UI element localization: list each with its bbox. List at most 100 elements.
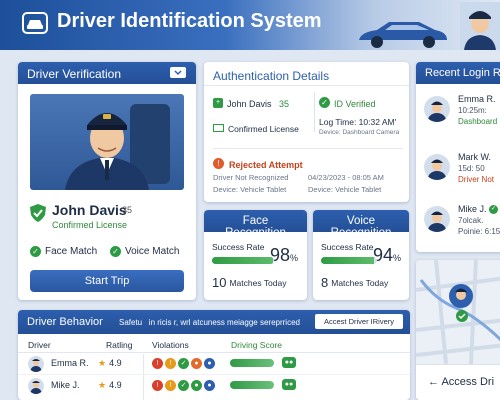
- auth-status-info: ✓ ID Verified Log Time: 10:32 AM' Device:…: [319, 92, 409, 136]
- driver-avatar-icon: [427, 159, 447, 180]
- authentication-panel: Authentication Details + John Davis 35 Co…: [204, 62, 409, 202]
- face-rate-unit: %: [290, 253, 299, 263]
- voice-success-bar-fill: [321, 257, 374, 264]
- voice-recognition-title: Voice Recognition: [313, 210, 409, 239]
- thumbs-up-icon: ●●: [282, 379, 296, 390]
- map-panel[interactable]: ← Access Dri: [416, 260, 500, 400]
- car-illustration-icon: [359, 22, 447, 48]
- violation-speed-icon: !: [152, 380, 163, 391]
- start-trip-button[interactable]: Start Trip: [30, 270, 184, 292]
- driver-avatar-icon: [427, 211, 447, 232]
- column-violations: Violations: [152, 340, 189, 350]
- app-title: Driver Identification System: [57, 10, 322, 32]
- login-time: 7olcak.: [458, 216, 484, 225]
- auth-driver-id: 35: [278, 99, 289, 109]
- row-driver-name: Mike J.: [51, 380, 80, 390]
- row-avatar: [28, 378, 44, 394]
- column-driver: Driver: [28, 340, 51, 350]
- driver-portrait-icon: [65, 104, 170, 190]
- login-avatar: [424, 96, 450, 122]
- login-time: 15d: 50: [458, 164, 485, 173]
- table-row[interactable]: Emma R. ★ 4.9 !! ✓ ● ● ●●: [18, 353, 410, 375]
- face-success-bar: [212, 257, 274, 264]
- table-row[interactable]: Mike J. ★ 4.9 !! ✓ ● ● ●●: [18, 375, 410, 397]
- star-icon: ★: [98, 358, 107, 368]
- face-success-label: Success Rate: [212, 242, 265, 252]
- auth-driver-name: John Davis: [227, 99, 272, 109]
- login-status: Poinie: 6:15: [458, 227, 500, 236]
- voice-match-label: Voice Match: [125, 246, 180, 258]
- login-time: 10:25m:: [458, 106, 487, 115]
- voice-recognition-panel: Voice Recognition Success Rate 94% 8 Matc…: [313, 210, 409, 300]
- row-rating-value: 4.9: [109, 380, 122, 390]
- access-driver-history-button[interactable]: Accest Driver IRivery: [315, 314, 403, 329]
- login-name: Emma R.: [458, 94, 496, 104]
- warning-icon: !: [213, 158, 224, 170]
- row-avatar: [28, 356, 44, 372]
- auth-license: Confirmed License: [228, 124, 299, 134]
- row-rating-value: 4.9: [109, 358, 122, 368]
- driver-name: John Davis: [52, 202, 127, 218]
- driver-avatar-header: [460, 2, 500, 50]
- driver-avatar-icon: [30, 381, 42, 394]
- login-item[interactable]: Mark W. 15d: 50 Driver Not: [424, 150, 500, 194]
- thumbs-up-icon: ●●: [282, 357, 296, 368]
- auth-device: Device: Dashboard Camera: [319, 129, 400, 136]
- voice-rate-unit: %: [393, 253, 402, 263]
- face-match-check: ✓ Face Match: [30, 246, 97, 257]
- rejected-reason: Driver Not Recognized: [213, 173, 289, 182]
- row-driver-name: Emma R.: [51, 358, 89, 368]
- login-item[interactable]: Emma R. 10:25m: Dashboard: [424, 92, 500, 136]
- row-rating: ★ 4.9: [98, 358, 122, 369]
- violation-check-icon: ✓: [178, 380, 189, 391]
- driver-avatar-icon: [427, 101, 447, 122]
- violation-warning-icon: !: [165, 380, 176, 391]
- violation-phone-icon: ●: [204, 380, 215, 391]
- driver-behavior-title: Driver Behavior: [27, 316, 103, 328]
- login-status: Dashboard: [458, 117, 498, 126]
- license-icon: [213, 123, 224, 132]
- driver-verification-header: Driver Verification: [18, 62, 196, 84]
- driver-card-icon: +: [213, 97, 223, 108]
- login-name: Mark W.: [458, 152, 491, 162]
- voice-success-label: Success Rate: [321, 242, 374, 252]
- row-driving-score-bar: [230, 381, 274, 389]
- voice-match-check: ✓ Voice Match: [110, 246, 179, 257]
- driver-verification-panel: Driver Verification John Davis 35 Confir…: [18, 62, 196, 300]
- recent-logins-title: Recent Login R: [416, 62, 500, 84]
- app-header: Driver Identification System: [0, 0, 500, 50]
- recent-logins-panel: Recent Login R Emma R. 10:25m: Dashboard…: [416, 62, 500, 252]
- face-matches-label: Matches Today: [229, 278, 287, 288]
- violation-route-icon: ●: [191, 380, 202, 391]
- check-icon: ✓: [110, 246, 121, 257]
- auth-driver-info: + John Davis 35 Confirmed License: [213, 92, 305, 137]
- panel-dropdown-button[interactable]: [170, 67, 186, 78]
- violation-speed-icon: !: [152, 358, 163, 369]
- login-avatar: [424, 206, 450, 232]
- login-name-text: Mike J.: [458, 204, 487, 214]
- driver-behavior-header: Driver Behavior Safetu in ricis r, wrl a…: [18, 310, 410, 334]
- shield-check-icon: [30, 204, 46, 222]
- driver-behavior-panel: Driver Behavior Safetu in ricis r, wrl a…: [18, 310, 410, 400]
- driver-verification-title: Driver Verification: [27, 67, 122, 81]
- face-matches-count: 10: [212, 275, 227, 290]
- face-success-rate: 98%: [270, 245, 298, 266]
- voice-success-rate: 94%: [373, 245, 401, 266]
- voice-success-bar: [321, 257, 377, 264]
- rejected-device-right: Device: Vehicle Tablet: [308, 185, 382, 194]
- face-recognition-panel: Face Recognition Success Rate 98% 10 Matc…: [204, 210, 307, 300]
- login-avatar: [424, 154, 450, 180]
- rejected-device-left: Device: Vehicle Tablet: [213, 185, 287, 194]
- access-driver-button[interactable]: ← Access Dri: [416, 364, 500, 400]
- safety-message: Safetu in ricis r, wrl atcuness meiagge …: [119, 318, 300, 327]
- star-icon: ★: [98, 380, 107, 390]
- route-map[interactable]: [416, 260, 500, 365]
- violation-warning-icon: !: [165, 358, 176, 369]
- login-item[interactable]: Mike J. ✓ 7olcak. Poinie: 6:15: [424, 202, 500, 246]
- auth-log-time: Log Time: 10:32 AM': [319, 117, 397, 127]
- verified-check-icon: ✓: [319, 97, 330, 109]
- license-status: Confirmed License: [52, 220, 128, 230]
- face-match-label: Face Match: [45, 246, 98, 258]
- auth-status: ID Verified: [334, 99, 376, 109]
- login-name: Mike J. ✓: [458, 204, 500, 215]
